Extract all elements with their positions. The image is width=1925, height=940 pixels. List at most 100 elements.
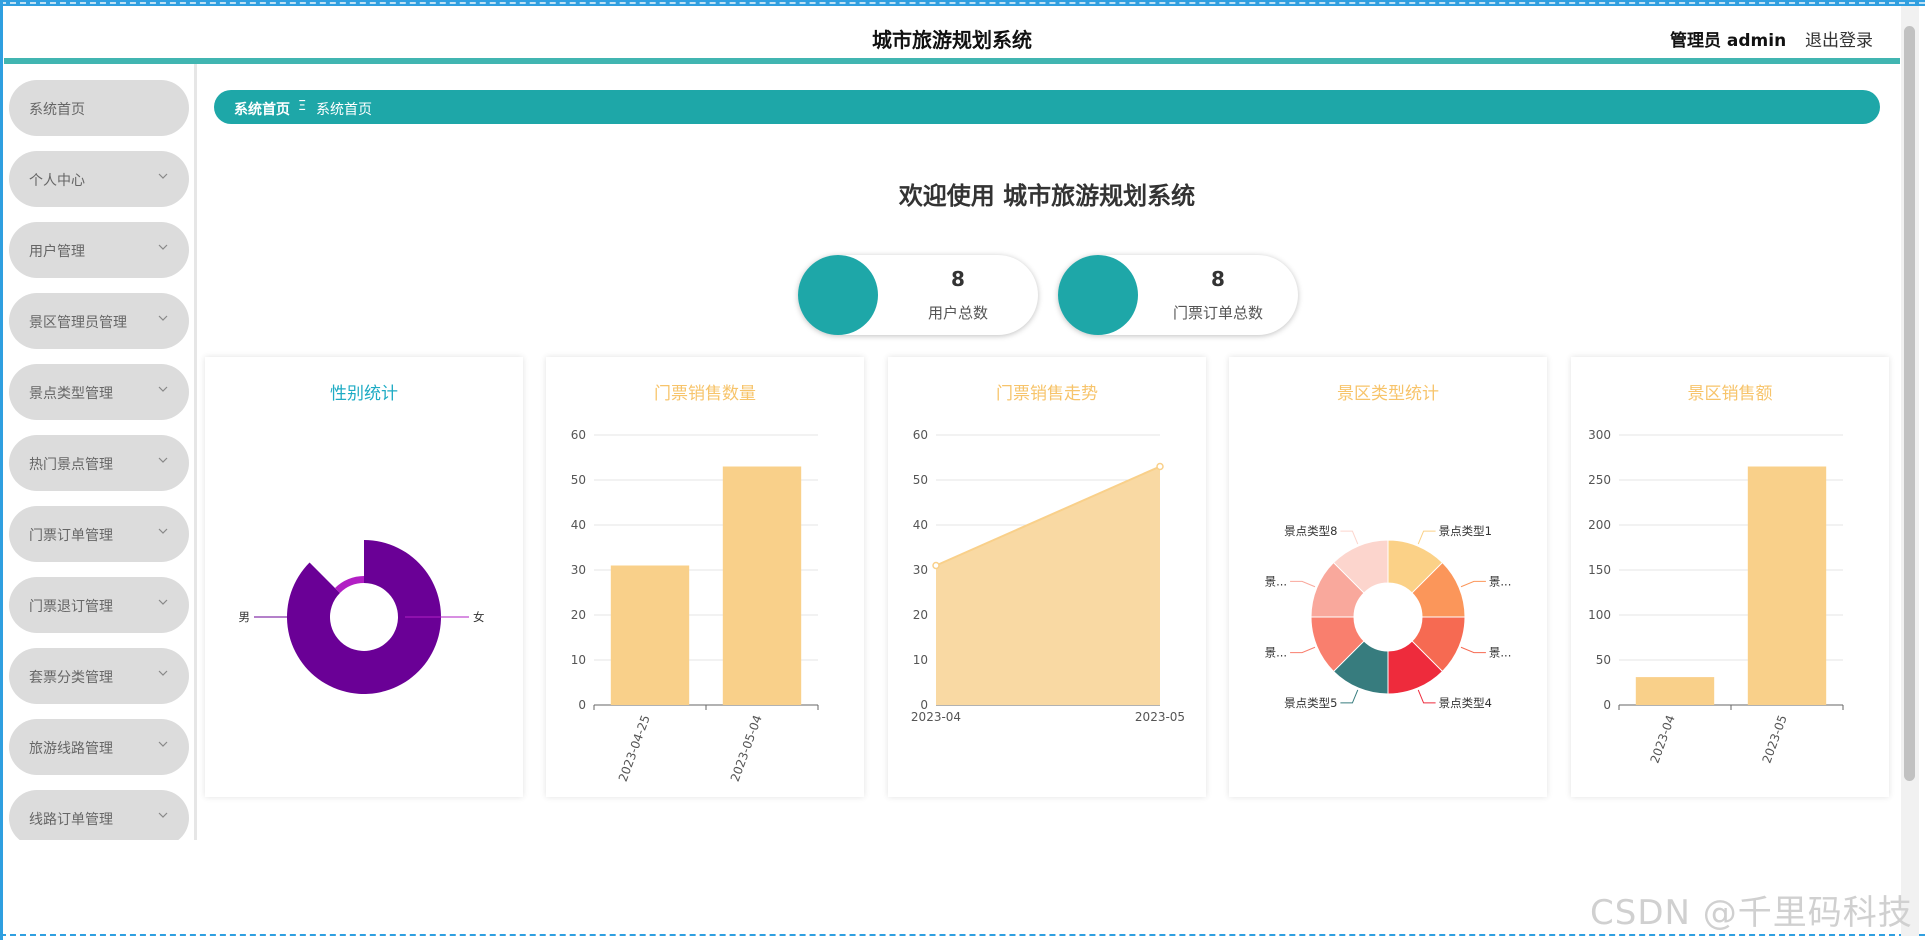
- sidebar-item-scenic-admin-management[interactable]: 景区管理员管理: [9, 293, 189, 349]
- x-tick-label: 2023-05: [1760, 713, 1790, 765]
- slice-label: 景...: [1265, 646, 1287, 660]
- chevron-down-icon: [158, 670, 168, 676]
- label-leader-line: [1417, 530, 1436, 545]
- admin-label: 管理员 admin: [1670, 31, 1787, 51]
- y-tick-label: 40: [913, 518, 928, 532]
- app-title: 城市旅游规划系统: [872, 28, 1032, 52]
- window-frame-left: [0, 0, 3, 940]
- slice-label: 景...: [1489, 574, 1511, 588]
- stat-value: 8: [1211, 267, 1225, 291]
- breadcrumb-current: 系统首页: [316, 102, 372, 118]
- stat-circle-icon: [798, 255, 878, 335]
- bar: [1635, 677, 1715, 705]
- sidebar-item-package-category-management[interactable]: 套票分类管理: [9, 648, 189, 704]
- x-tick-label: 2023-04-25: [616, 713, 653, 783]
- chart-card-gender: 性别统计 男女: [205, 357, 523, 797]
- sidebar-item-ticket-order-management[interactable]: 门票订单管理: [9, 506, 189, 562]
- stat-circle-icon: [1058, 255, 1138, 335]
- sidebar-item-user-management[interactable]: 用户管理: [9, 222, 189, 278]
- scenic-type-chart: 景点类型1 景... 景... 景点类型4 景点类型5 景... 景... 景点类型8: [1265, 524, 1512, 710]
- sidebar-item-label: 景点类型管理: [29, 386, 113, 402]
- pie-slice: [335, 576, 364, 593]
- sidebar-item-label: 套票分类管理: [29, 670, 113, 686]
- y-tick-label: 10: [913, 653, 928, 667]
- y-tick-label: 20: [571, 608, 586, 622]
- watermark: CSDN @千里码科技: [1590, 893, 1913, 933]
- y-tick-label: 0: [1603, 698, 1611, 712]
- label-leader-line: [1340, 530, 1359, 545]
- gender-chart: 男女: [239, 540, 485, 694]
- chevron-down-icon: [158, 173, 168, 179]
- chart-card-scenic-type: 景区类型统计 景点类型1 景... 景... 景点类型4 景点类型5 景... 景... 景点…: [1229, 357, 1547, 797]
- sidebar-item-label: 旅游线路管理: [29, 741, 113, 757]
- x-tick-label: 2023-05-04: [728, 713, 765, 783]
- sidebar-menu: 系统首页 个人中心 用户管理 景区管理员管理 景点类型管理 热门景点管理 门票订…: [4, 64, 197, 840]
- scenic-sales-chart: 0 50 100 150 200 250 300 2023-04 2023-05: [1588, 428, 1844, 765]
- y-tick-label: 30: [913, 563, 928, 577]
- y-tick-label: 60: [571, 428, 586, 442]
- stat-card-users: 8 用户总数: [798, 255, 1038, 335]
- sidebar-item-route-order-management[interactable]: 线路订单管理: [9, 790, 189, 840]
- area-fill: [936, 466, 1160, 705]
- bar: [1747, 466, 1827, 705]
- sidebar-item-home[interactable]: 系统首页: [9, 80, 189, 136]
- y-tick-label: 250: [1588, 473, 1611, 487]
- page-scrollbar[interactable]: [1901, 6, 1919, 936]
- sidebar-item-label: 用户管理: [29, 244, 85, 260]
- label-leader-line: [1460, 646, 1486, 654]
- sidebar-item-ticket-refund-management[interactable]: 门票退订管理: [9, 577, 189, 633]
- sidebar-item-personal-center[interactable]: 个人中心: [9, 151, 189, 207]
- sidebar-item-route-management[interactable]: 旅游线路管理: [9, 719, 189, 775]
- slice-label: 景...: [1265, 574, 1287, 588]
- slice-label: 女: [473, 610, 485, 624]
- ticket-qty-chart: 0 10 20 30 40 50 60 2023-04-25 2023-05-04: [571, 428, 819, 784]
- ticket-trend-chart: 01020304050602023-04 2023-05: [911, 428, 1185, 724]
- y-tick-label: 30: [571, 563, 586, 577]
- y-tick-label: 50: [913, 473, 928, 487]
- chart-card-scenic-sales: 景区销售额 0 50 100 150 200 250 300 2023-04 2023-05: [1571, 357, 1889, 797]
- label-leader-line: [1417, 689, 1436, 704]
- data-point: [1156, 462, 1164, 471]
- label-leader-line: [1290, 646, 1316, 654]
- slice-label: 景...: [1489, 646, 1511, 660]
- y-tick-label: 20: [913, 608, 928, 622]
- logout-link[interactable]: 退出登录: [1805, 26, 1873, 51]
- chevron-down-icon: [158, 812, 168, 818]
- breadcrumb-separator-icon: Ξ: [298, 99, 307, 114]
- slice-label: 景点类型4: [1439, 696, 1492, 710]
- slice-label: 景点类型5: [1284, 696, 1337, 710]
- chevron-down-icon: [158, 315, 168, 321]
- chevron-down-icon: [158, 457, 168, 463]
- x-tick-label: 2023-04: [1648, 713, 1678, 765]
- bar: [722, 466, 802, 705]
- stat-label: 用户总数: [927, 304, 988, 322]
- sidebar-item-label: 热门景点管理: [29, 457, 113, 473]
- scrollbar-thumb[interactable]: [1904, 26, 1915, 781]
- window-frame-bottom: [0, 934, 1925, 940]
- label-leader-line: [1340, 689, 1359, 704]
- breadcrumb: 系统首页 Ξ 系统首页: [214, 90, 1880, 124]
- sidebar-item-label: 景区管理员管理: [29, 315, 127, 331]
- sidebar-item-spot-type-management[interactable]: 景点类型管理: [9, 364, 189, 420]
- sidebar-item-label: 线路订单管理: [29, 812, 113, 828]
- y-tick-label: 300: [1588, 428, 1611, 442]
- chevron-down-icon: [158, 599, 168, 605]
- y-tick-label: 50: [571, 473, 586, 487]
- sidebar-item-hot-spot-management[interactable]: 热门景点管理: [9, 435, 189, 491]
- y-tick-label: 100: [1588, 608, 1611, 622]
- x-tick-label: 2023-04: [911, 710, 961, 724]
- chart-card-ticket-qty: 门票销售数量 0 10 20 30 40 50 60 2023-04-25 2023-05-04: [546, 357, 864, 797]
- chevron-down-icon: [158, 528, 168, 534]
- sidebar-item-label: 门票退订管理: [29, 599, 113, 615]
- y-tick-label: 0: [578, 698, 586, 712]
- stat-label: 门票订单总数: [1172, 304, 1263, 322]
- welcome-heading: 欢迎使用 城市旅游规划系统: [898, 182, 1196, 210]
- y-tick-label: 10: [571, 653, 586, 667]
- label-leader-line: [1460, 580, 1486, 588]
- breadcrumb-home-link[interactable]: 系统首页: [234, 99, 290, 119]
- slice-label: 男: [239, 610, 251, 624]
- data-point: [932, 561, 940, 570]
- y-tick-label: 50: [1596, 653, 1611, 667]
- chevron-down-icon: [158, 741, 168, 747]
- slice-label: 景点类型1: [1439, 524, 1492, 538]
